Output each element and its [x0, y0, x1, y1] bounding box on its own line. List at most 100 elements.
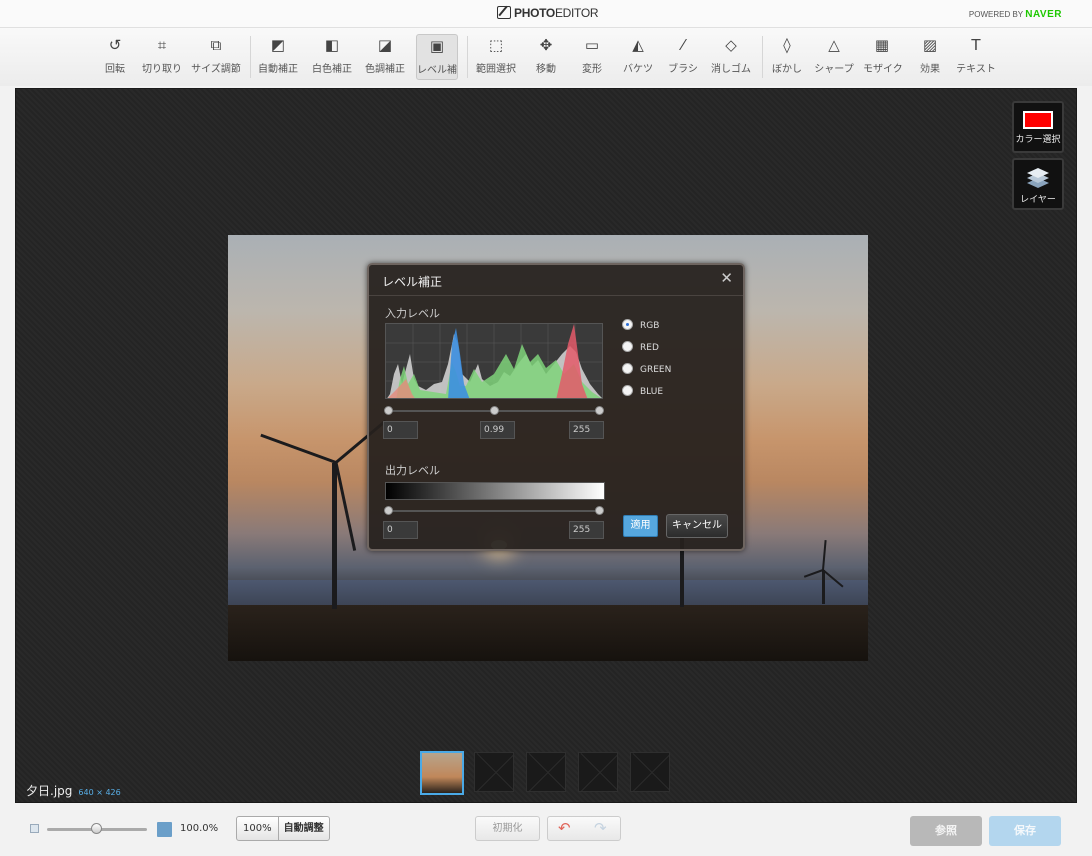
output-white-slider[interactable]: [595, 506, 604, 515]
input-white-slider[interactable]: [595, 406, 604, 415]
thumbnail-empty[interactable]: [630, 752, 670, 792]
color-swatch: [1023, 111, 1053, 129]
rotate-icon: ↺: [108, 36, 122, 54]
close-icon[interactable]: ✕: [720, 269, 733, 287]
turbine-tower: [332, 463, 337, 609]
canvas-workspace[interactable]: カラー選択 レイヤー レベル補正 ✕ 入力レベル 0 0.99 255 出力レベ…: [15, 88, 1077, 803]
turbine-blade: [260, 433, 337, 464]
tool-label: ぼかし: [772, 64, 802, 75]
tool-white-balance[interactable]: ◧ 白色補正: [310, 34, 354, 80]
tool-blur[interactable]: ◊ ぼかし: [770, 34, 804, 80]
tool-auto-correct[interactable]: ◩ 自動補正: [256, 34, 300, 80]
zoom-100-button[interactable]: 100%: [237, 817, 278, 840]
output-level-label: 出力レベル: [385, 464, 440, 477]
output-white-field[interactable]: 255: [569, 521, 604, 539]
tool-mosaic[interactable]: ▦ モザイク: [863, 34, 903, 80]
tool-effect[interactable]: ▨ 効果: [914, 34, 946, 80]
radio-label: BLUE: [640, 387, 664, 397]
thumbnail-selected[interactable]: [420, 751, 464, 795]
color-picker-button[interactable]: カラー選択: [1012, 101, 1064, 153]
dialog-divider: [369, 295, 743, 296]
tool-marquee[interactable]: ⬚ 範囲選択: [474, 34, 518, 80]
zoom-button-group: 100% 自動調整: [236, 816, 330, 841]
text-icon: T: [971, 36, 981, 54]
tool-label: サイズ調節: [191, 64, 241, 75]
tool-brush[interactable]: ⁄ ブラシ: [667, 34, 699, 80]
tool-levels[interactable]: ▣ レベル補: [416, 34, 458, 80]
zoom-in-icon[interactable]: [157, 822, 172, 837]
layer-button[interactable]: レイヤー: [1012, 158, 1064, 210]
radio-dot: [622, 319, 633, 330]
logo-light-text: EDITOR: [554, 6, 599, 20]
tool-eraser[interactable]: ◇ 消しゴム: [710, 34, 752, 80]
turbine-blade: [334, 462, 357, 551]
tool-label: 白色補正: [312, 64, 352, 75]
channel-radio-blue[interactable]: BLUE: [622, 385, 663, 397]
move-icon: ✥: [539, 36, 553, 54]
tool-label: 移動: [536, 64, 556, 75]
thumbnail-empty[interactable]: [578, 752, 618, 792]
levels-dialog: レベル補正 ✕ 入力レベル 0 0.99 255 出力レベル 0 255 RGB…: [367, 263, 745, 551]
save-button[interactable]: 保存: [989, 816, 1061, 846]
file-info: 夕日.jpg 640 × 426: [26, 782, 121, 799]
output-black-field[interactable]: 0: [383, 521, 418, 539]
turbine-blade: [822, 540, 827, 571]
blur-icon: ◊: [783, 36, 791, 54]
turbine-blade: [803, 569, 824, 578]
input-white-field[interactable]: 255: [569, 421, 604, 439]
brand-name: NAVER: [1025, 9, 1062, 20]
input-gamma-field[interactable]: 0.99: [480, 421, 515, 439]
tool-transform[interactable]: ▭ 変形: [576, 34, 608, 80]
zoom-fit-button[interactable]: 自動調整: [277, 817, 329, 840]
histogram: [385, 323, 603, 399]
tool-color-tone[interactable]: ◪ 色調補正: [363, 34, 407, 80]
apply-button[interactable]: 適用: [623, 515, 658, 537]
radio-label: RGB: [640, 321, 660, 331]
brush-icon: ⁄: [681, 36, 685, 54]
input-gamma-slider[interactable]: [490, 406, 499, 415]
browse-button[interactable]: 参照: [910, 816, 982, 846]
history-button-group: ↶ ↷: [547, 816, 621, 841]
powered-by: POWERED BY NAVER: [969, 9, 1062, 20]
tool-label: レベル補: [417, 65, 457, 76]
histogram-graph: [386, 324, 602, 398]
radio-label: RED: [640, 343, 659, 353]
thumbnail-empty[interactable]: [526, 752, 566, 792]
redo-icon[interactable]: ↷: [594, 819, 607, 837]
tool-label: テキスト: [956, 64, 996, 75]
mosaic-icon: ▦: [874, 36, 890, 54]
tool-label: ブラシ: [668, 64, 698, 75]
crop-icon: ⌗: [157, 36, 167, 54]
tool-label: シャープ: [814, 64, 854, 75]
tool-bucket[interactable]: ◭ バケツ: [622, 34, 654, 80]
input-black-field[interactable]: 0: [383, 421, 418, 439]
output-black-slider[interactable]: [384, 506, 393, 515]
reset-button[interactable]: 初期化: [475, 816, 540, 841]
layer-label: レイヤー: [1020, 195, 1056, 205]
tool-crop[interactable]: ⌗ 切り取り: [141, 34, 183, 80]
cancel-button[interactable]: キャンセル: [666, 514, 728, 538]
zoom-slider-handle[interactable]: [91, 823, 102, 834]
tool-label: 効果: [920, 64, 940, 75]
channel-radio-red[interactable]: RED: [622, 341, 659, 353]
bottom-bar: 100.0% 100% 自動調整 初期化 ↶ ↷ 参照 保存: [0, 806, 1092, 856]
tool-text[interactable]: T テキスト: [956, 34, 996, 80]
tool-rotate[interactable]: ↺ 回転: [98, 34, 132, 80]
tool-label: 消しゴム: [711, 64, 751, 75]
tool-sharpen[interactable]: △ シャープ: [814, 34, 854, 80]
zoom-out-icon[interactable]: [30, 824, 39, 833]
undo-icon[interactable]: ↶: [558, 819, 571, 837]
output-gradient: [385, 482, 605, 500]
tool-resize[interactable]: ⧉ サイズ調節: [191, 34, 241, 80]
transform-icon: ▭: [584, 36, 600, 54]
channel-radio-rgb[interactable]: RGB: [622, 319, 659, 331]
thumbnail-empty[interactable]: [474, 752, 514, 792]
tool-label: バケツ: [623, 64, 653, 75]
tool-move[interactable]: ✥ 移動: [530, 34, 562, 80]
tool-label: 切り取り: [142, 64, 182, 75]
bucket-icon: ◭: [632, 36, 644, 54]
layers-icon: [1027, 168, 1049, 188]
input-black-slider[interactable]: [384, 406, 393, 415]
channel-radio-green[interactable]: GREEN: [622, 363, 671, 375]
logo-pencil-icon: [497, 6, 511, 19]
